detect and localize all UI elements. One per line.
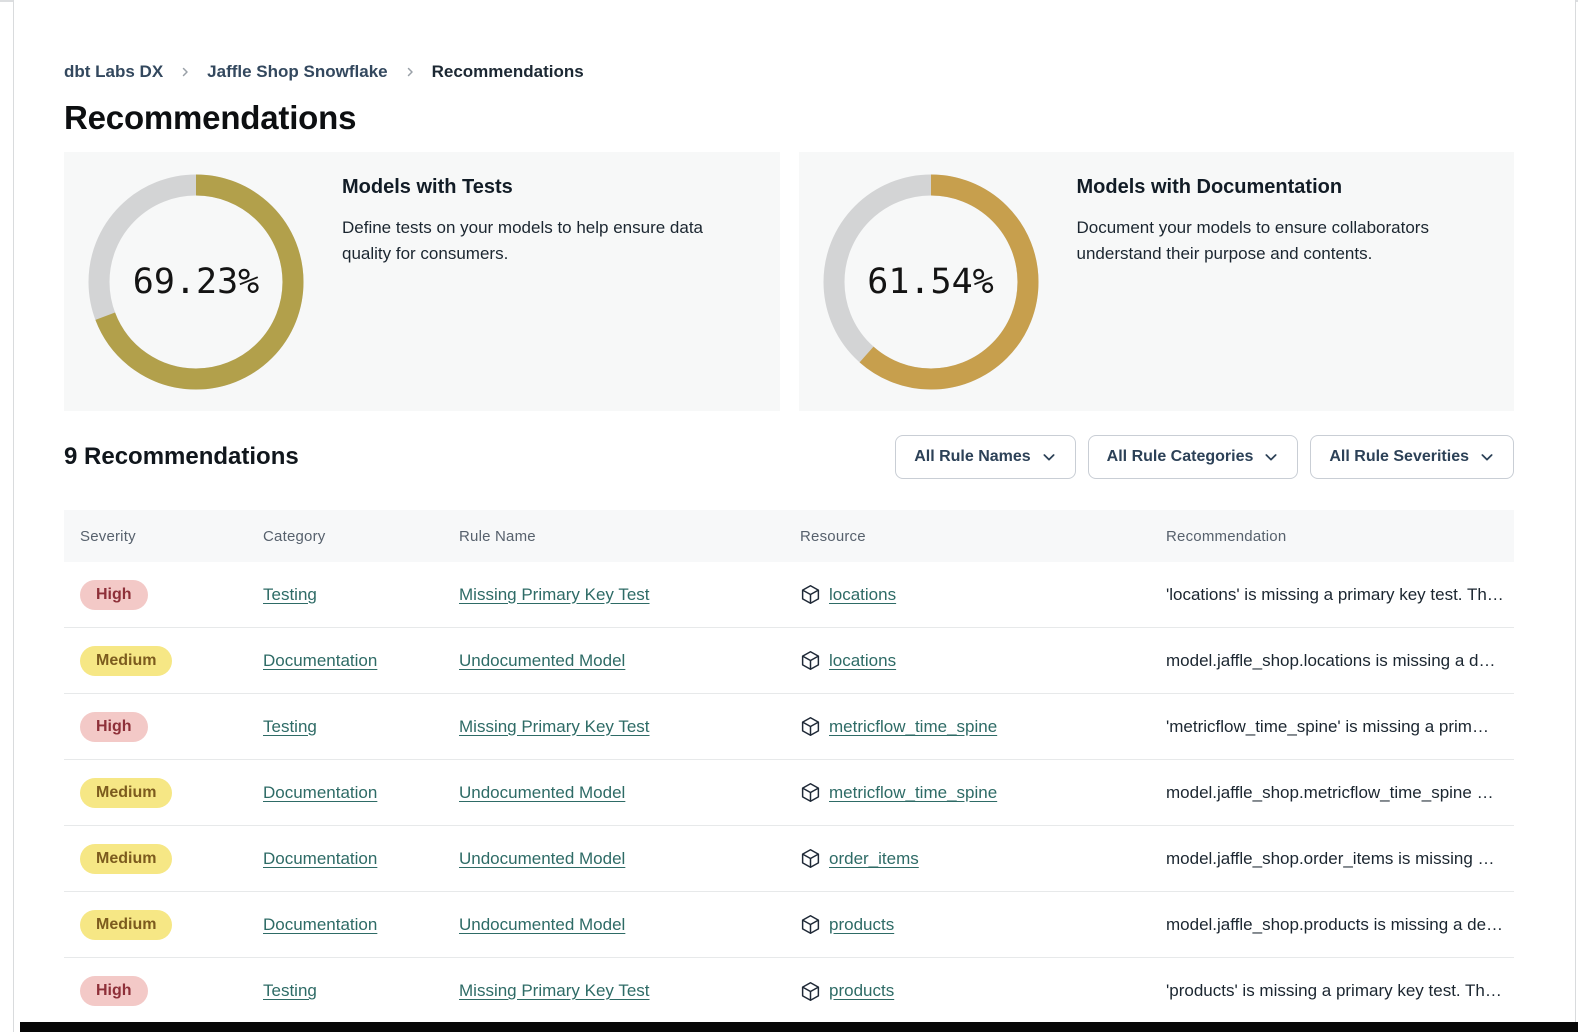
- cube-icon: [800, 650, 821, 671]
- severity-badge: High: [80, 712, 148, 742]
- filter-bar: All Rule Names All Rule Categories All R…: [895, 435, 1514, 479]
- metric-cards: 69.23% Models with Tests Define tests on…: [64, 152, 1514, 411]
- column-header-category: Category: [247, 528, 443, 545]
- chevron-right-icon: [404, 66, 416, 78]
- resource-link[interactable]: metricflow_time_spine: [829, 783, 997, 803]
- recommendation-text: 'locations' is missing a primary key tes…: [1150, 585, 1514, 605]
- tests-card-title: Models with Tests: [342, 176, 756, 199]
- cube-icon: [800, 981, 821, 1002]
- severity-badge: High: [80, 580, 148, 610]
- resource-link[interactable]: products: [829, 981, 894, 1001]
- severity-badge: Medium: [80, 778, 172, 808]
- rule-name-link[interactable]: Missing Primary Key Test: [459, 585, 650, 604]
- tests-card-description: Define tests on your models to help ensu…: [342, 215, 756, 267]
- breadcrumb-account[interactable]: dbt Labs DX: [64, 62, 163, 82]
- recommendations-page: dbt Labs DX Jaffle Shop Snowflake Recomm…: [14, 0, 1575, 1032]
- table-row: High Testing Missing Primary Key Test lo…: [64, 562, 1514, 628]
- cube-icon: [800, 848, 821, 869]
- recommendations-table: Severity Category Rule Name Resource Rec…: [64, 510, 1514, 1024]
- rule-name-link[interactable]: Missing Primary Key Test: [459, 981, 650, 1000]
- models-with-tests-card: 69.23% Models with Tests Define tests on…: [64, 152, 780, 411]
- recommendation-text: model.jaffle_shop.order_items is missing…: [1150, 849, 1514, 869]
- rule-name-link[interactable]: Undocumented Model: [459, 783, 625, 802]
- severity-badge: High: [80, 976, 148, 1006]
- documentation-donut-chart: 61.54%: [823, 174, 1039, 390]
- category-link[interactable]: Documentation: [263, 849, 377, 868]
- breadcrumb-current: Recommendations: [432, 62, 584, 82]
- rule-name-link[interactable]: Undocumented Model: [459, 849, 625, 868]
- table-row: Medium Documentation Undocumented Model …: [64, 628, 1514, 694]
- rule-categories-filter-dropdown[interactable]: All Rule Categories: [1088, 435, 1299, 479]
- chevron-down-icon: [1041, 449, 1057, 465]
- documentation-percent-value: 61.54%: [823, 174, 1039, 390]
- cube-icon: [800, 584, 821, 605]
- table-row: Medium Documentation Undocumented Model …: [64, 892, 1514, 958]
- resource-link[interactable]: locations: [829, 651, 896, 671]
- recommendation-text: 'metricflow_time_spine' is missing a pri…: [1150, 717, 1514, 737]
- severity-badge: Medium: [80, 910, 172, 940]
- column-header-recommendation: Recommendation: [1150, 528, 1514, 545]
- resource-link[interactable]: locations: [829, 585, 896, 605]
- tests-percent-value: 69.23%: [88, 174, 304, 390]
- recommendations-count-heading: 9 Recommendations: [64, 443, 299, 471]
- documentation-card-title: Models with Documentation: [1077, 176, 1491, 199]
- rule-names-filter-dropdown[interactable]: All Rule Names: [895, 435, 1075, 479]
- chevron-right-icon: [179, 66, 191, 78]
- cube-icon: [800, 914, 821, 935]
- category-link[interactable]: Testing: [263, 717, 317, 736]
- rule-name-link[interactable]: Undocumented Model: [459, 651, 625, 670]
- chevron-down-icon: [1479, 449, 1495, 465]
- table-row: High Testing Missing Primary Key Test pr…: [64, 958, 1514, 1024]
- category-link[interactable]: Documentation: [263, 651, 377, 670]
- recommendation-text: model.jaffle_shop.locations is missing a…: [1150, 651, 1514, 671]
- category-link[interactable]: Testing: [263, 585, 317, 604]
- documentation-card-description: Document your models to ensure collabora…: [1077, 215, 1491, 267]
- rule-name-link[interactable]: Missing Primary Key Test: [459, 717, 650, 736]
- rule-severities-filter-dropdown[interactable]: All Rule Severities: [1310, 435, 1514, 479]
- rule-name-link[interactable]: Undocumented Model: [459, 915, 625, 934]
- table-row: Medium Documentation Undocumented Model …: [64, 760, 1514, 826]
- breadcrumb: dbt Labs DX Jaffle Shop Snowflake Recomm…: [64, 62, 1514, 82]
- rule-categories-filter-label: All Rule Categories: [1107, 448, 1254, 466]
- category-link[interactable]: Documentation: [263, 783, 377, 802]
- page-title: Recommendations: [64, 99, 1514, 137]
- resource-link[interactable]: order_items: [829, 849, 919, 869]
- bottom-cutoff-bar: [20, 1022, 1578, 1032]
- models-with-documentation-card: 61.54% Models with Documentation Documen…: [799, 152, 1515, 411]
- column-header-severity: Severity: [64, 528, 247, 545]
- rule-names-filter-label: All Rule Names: [914, 448, 1030, 466]
- category-link[interactable]: Documentation: [263, 915, 377, 934]
- window-frame-right: [1575, 0, 1576, 1032]
- recommendation-text: 'products' is missing a primary key test…: [1150, 981, 1514, 1001]
- recommendation-text: model.jaffle_shop.products is missing a …: [1150, 915, 1514, 935]
- table-header: Severity Category Rule Name Resource Rec…: [64, 510, 1514, 562]
- resource-link[interactable]: products: [829, 915, 894, 935]
- category-link[interactable]: Testing: [263, 981, 317, 1000]
- severity-badge: Medium: [80, 646, 172, 676]
- severity-badge: Medium: [80, 844, 172, 874]
- column-header-rule-name: Rule Name: [443, 528, 784, 545]
- cube-icon: [800, 716, 821, 737]
- rule-severities-filter-label: All Rule Severities: [1329, 448, 1469, 466]
- resource-link[interactable]: metricflow_time_spine: [829, 717, 997, 737]
- column-header-resource: Resource: [784, 528, 1150, 545]
- recommendation-text: model.jaffle_shop.metricflow_time_spine …: [1150, 783, 1514, 803]
- tests-donut-chart: 69.23%: [88, 174, 304, 390]
- chevron-down-icon: [1263, 449, 1279, 465]
- table-row: High Testing Missing Primary Key Test me…: [64, 694, 1514, 760]
- breadcrumb-project[interactable]: Jaffle Shop Snowflake: [207, 62, 387, 82]
- cube-icon: [800, 782, 821, 803]
- table-row: Medium Documentation Undocumented Model …: [64, 826, 1514, 892]
